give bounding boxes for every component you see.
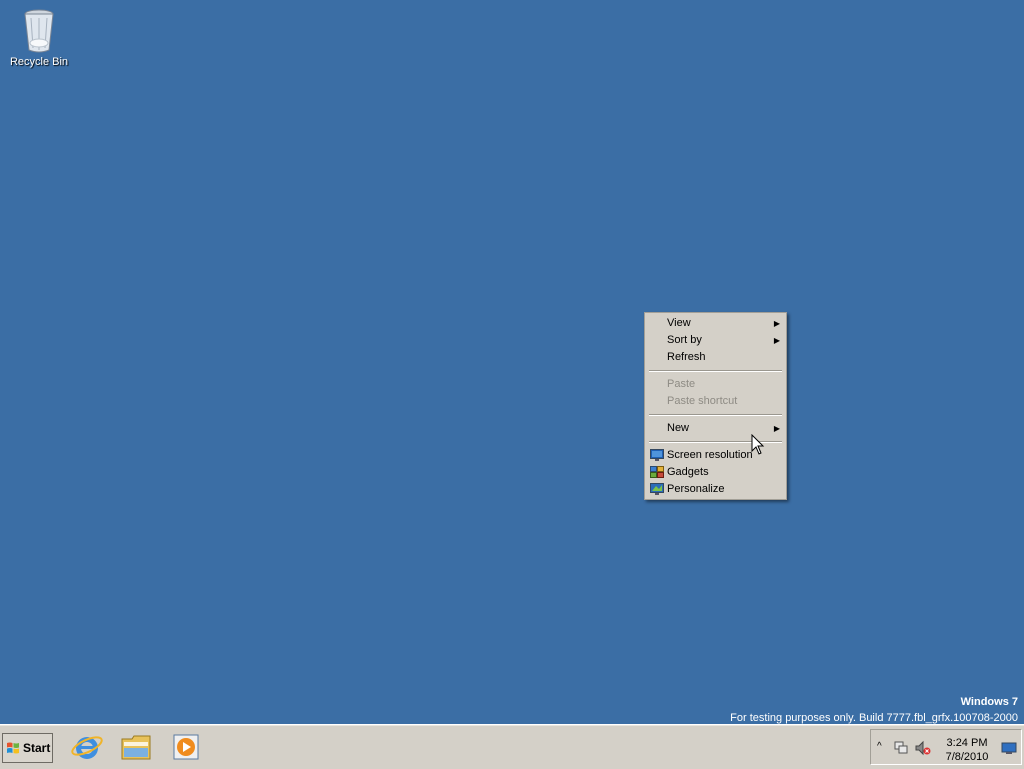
menu-item-view[interactable]: View ▶: [647, 315, 784, 332]
menu-separator: [649, 370, 782, 372]
clock-date: 7/8/2010: [945, 751, 989, 763]
recycle-bin-icon: [24, 9, 54, 53]
volume-muted-icon[interactable]: [915, 740, 931, 756]
monitor-icon: [650, 449, 664, 461]
menu-item-gadgets[interactable]: Gadgets: [647, 464, 784, 481]
start-button[interactable]: Start: [2, 733, 53, 763]
menu-item-label: New: [667, 422, 690, 434]
menu-item-label: Sort by: [667, 334, 702, 346]
desktop-context-menu: View ▶ Sort by ▶ Refresh Paste Paste sho…: [644, 312, 787, 500]
menu-separator: [649, 414, 782, 416]
start-label: Start: [23, 741, 51, 755]
internet-explorer-icon[interactable]: [70, 731, 104, 763]
recycle-bin-label: Recycle Bin: [9, 56, 69, 68]
menu-item-label: Personalize: [667, 483, 725, 495]
menu-item-personalize[interactable]: Personalize: [647, 481, 784, 498]
menu-item-sort-by[interactable]: Sort by ▶: [647, 332, 784, 349]
taskbar: Start ^ 3:24 PM 7/8/2010: [0, 724, 1024, 769]
menu-item-label: Screen resolution: [667, 449, 753, 461]
menu-item-paste[interactable]: Paste: [647, 376, 784, 393]
show-desktop-icon[interactable]: [1001, 740, 1017, 756]
windows-logo-icon: [7, 742, 19, 754]
media-player-icon[interactable]: [170, 731, 204, 763]
submenu-arrow-icon: ▶: [773, 424, 780, 433]
menu-item-refresh[interactable]: Refresh: [647, 349, 784, 366]
clock-time: 3:24 PM: [946, 737, 988, 749]
clock[interactable]: 3:24 PM 7/8/2010: [937, 736, 997, 764]
menu-item-label: View: [667, 317, 691, 329]
menu-item-label: Paste: [667, 378, 696, 390]
mouse-cursor-icon: [751, 434, 765, 455]
windows-explorer-icon[interactable]: [120, 731, 154, 763]
watermark-title: Windows 7: [960, 696, 1018, 708]
personalize-icon: [650, 483, 664, 495]
menu-item-label: Paste shortcut: [667, 395, 738, 407]
submenu-arrow-icon: ▶: [773, 319, 780, 328]
submenu-arrow-icon: ▶: [773, 336, 780, 345]
menu-item-label: Refresh: [667, 351, 706, 363]
show-hidden-icons-icon[interactable]: ^: [877, 741, 893, 757]
notification-area: ^ 3:24 PM 7/8/2010: [870, 729, 1022, 765]
menu-item-label: Gadgets: [667, 466, 709, 478]
network-icon[interactable]: [893, 740, 909, 756]
menu-item-paste-shortcut[interactable]: Paste shortcut: [647, 393, 784, 410]
build-watermark: Windows 7 For testing purposes only. Bui…: [730, 694, 1018, 726]
gadgets-icon: [650, 466, 664, 478]
recycle-bin[interactable]: Recycle Bin: [6, 6, 72, 68]
